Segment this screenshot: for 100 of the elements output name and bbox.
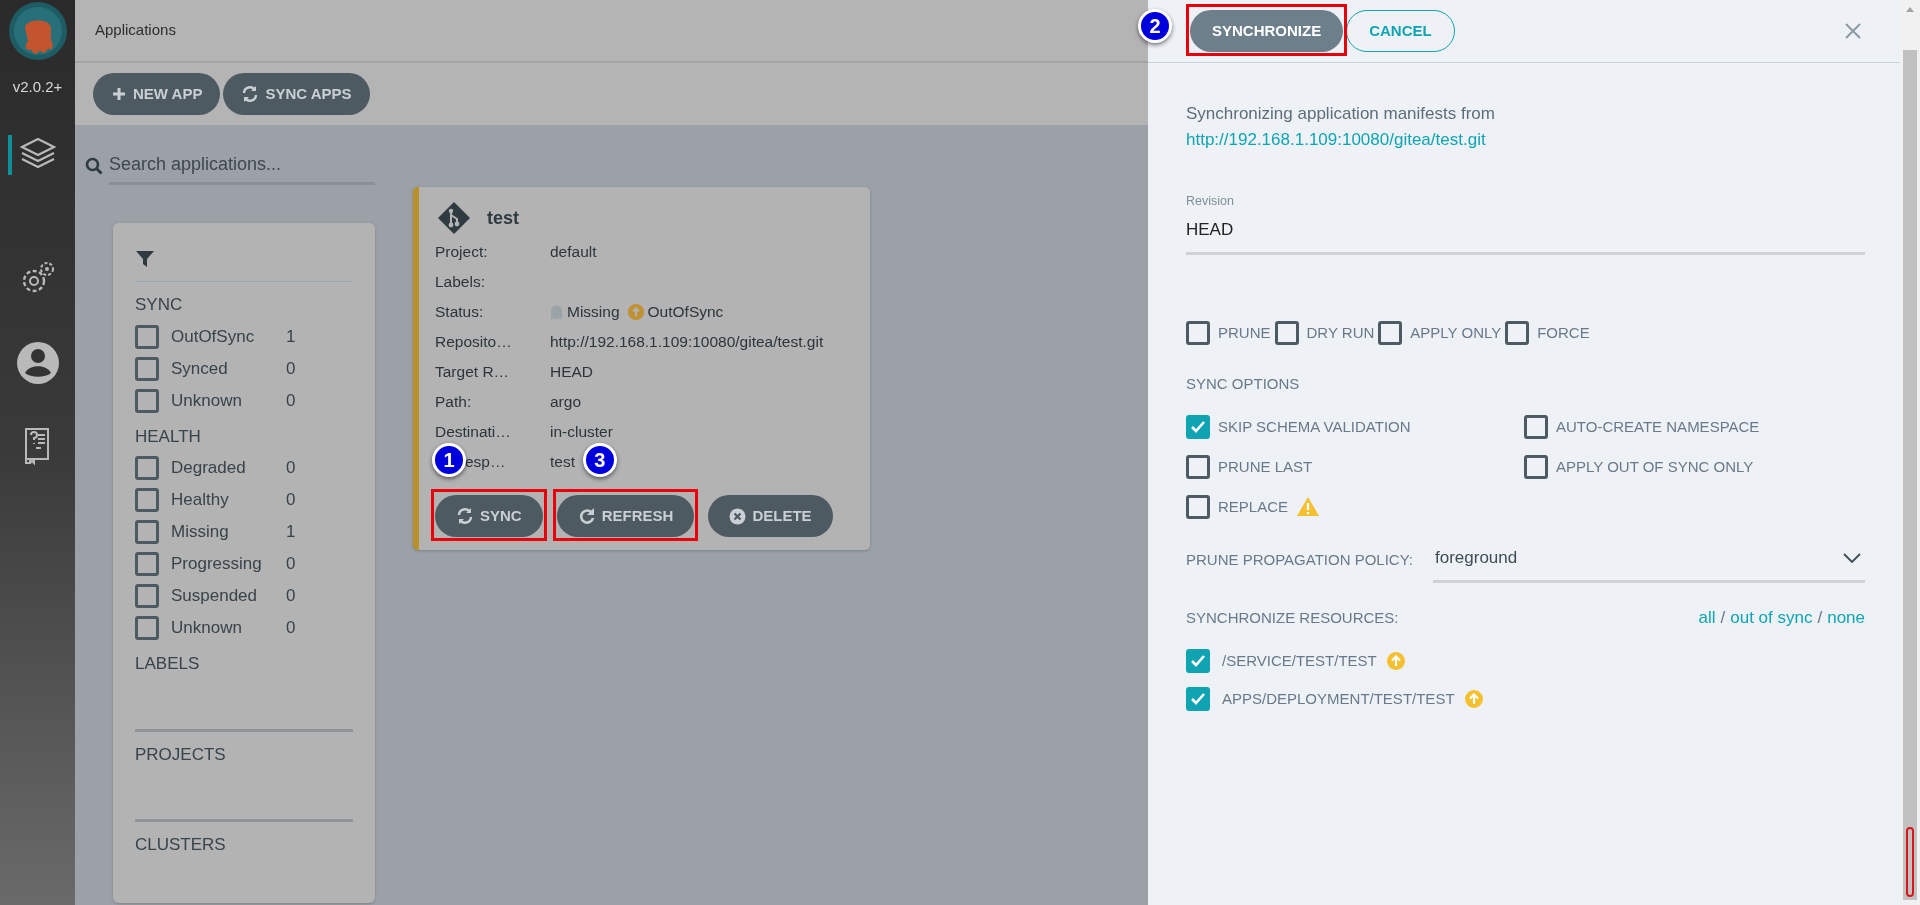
revision-field[interactable]: HEAD [1186, 210, 1865, 256]
filter-count: 0 [286, 585, 296, 608]
scrollbar[interactable] [1900, 0, 1920, 905]
search-field[interactable]: Search applications... [109, 147, 375, 185]
out-of-sync-icon [627, 304, 644, 320]
filter-label: Unknown [171, 389, 243, 412]
checkbox[interactable] [135, 456, 159, 480]
field-value: default [550, 242, 597, 263]
field-label: Project: [435, 243, 488, 261]
page-title: Applications [95, 20, 176, 41]
step-marker: 1 [432, 443, 466, 477]
option-label: PRUNE [1218, 323, 1271, 343]
section-title: HEALTH [135, 425, 202, 448]
checkbox[interactable] [1186, 321, 1210, 346]
checkbox[interactable] [135, 356, 159, 381]
option-label: REPLACE [1218, 496, 1289, 517]
user-icon [15, 340, 60, 385]
select-link[interactable]: all [1698, 605, 1716, 631]
field-value: in-cluster [550, 422, 613, 443]
field-label: esp… [465, 453, 506, 471]
step-marker: 2 [1138, 9, 1172, 43]
filter-label: Healthy [171, 489, 230, 512]
app-card[interactable]: test Project: default Labels: Status: Missing OutOfSync Reposito… http://192.168.1.109:10080/gitea/test.git Target R… HEAD Path: argo Destinati… in-cluster esp… test SYNC 1 REFRESH 3 DELETE [413, 187, 870, 550]
checkbox[interactable] [1274, 321, 1299, 346]
health-status: Missing [567, 302, 620, 323]
plus-icon [111, 86, 127, 102]
filter-label: OutOfSync [171, 325, 256, 348]
checkbox[interactable] [1524, 414, 1548, 439]
checkbox[interactable] [1505, 321, 1530, 346]
filter-label: Suspended [171, 585, 259, 608]
field-label: Reposito… [435, 333, 512, 351]
field-label: PRUNE PROPAGATION POLICY: [1186, 549, 1413, 570]
checkbox[interactable] [1186, 454, 1210, 479]
section-title: SYNC OPTIONS [1186, 374, 1301, 395]
section-title: SYNC [135, 294, 184, 316]
filter-count: 0 [286, 389, 296, 412]
delete-icon [729, 507, 747, 525]
checkbox[interactable] [135, 488, 159, 512]
policy-select[interactable]: foreground [1433, 536, 1865, 584]
option-label: PRUNE LAST [1218, 456, 1313, 477]
filter-label: Synced [171, 357, 229, 380]
checkbox[interactable] [135, 520, 159, 544]
intro-text: Synchronizing application manifests from [1186, 103, 1496, 125]
option-label: DRY RUN [1306, 323, 1375, 343]
checkbox[interactable] [1524, 454, 1548, 479]
close-icon [1844, 22, 1862, 40]
synchronize-button[interactable]: SYNCHRONIZE [1190, 10, 1344, 52]
section-title: PROJECTS [135, 743, 227, 766]
check-icon [1190, 653, 1206, 668]
chevron-down-icon [1843, 552, 1861, 563]
option-label: AUTO-CREATE NAMESPACE [1556, 416, 1760, 437]
repo-link[interactable]: http://192.168.1.109:10080/gitea/test.git [1186, 129, 1486, 149]
sync-status: OutOfSync [647, 302, 724, 323]
checkbox[interactable] [1186, 494, 1210, 519]
ghost-icon [550, 304, 563, 320]
filter-count: 0 [286, 489, 296, 512]
resource-name: APPS/DEPLOYMENT/TEST/TEST [1222, 688, 1455, 709]
app-name[interactable]: test [487, 204, 519, 232]
resource-name: /SERVICE/TEST/TEST [1222, 650, 1377, 671]
git-icon [437, 201, 471, 235]
filter-label: Missing [171, 521, 230, 544]
separator: / [1720, 607, 1726, 630]
section-title: CLUSTERS [135, 834, 227, 856]
sync-apps-button[interactable]: SYNC APPS [223, 73, 370, 115]
field-label: Destinati… [435, 423, 511, 441]
checkbox[interactable] [135, 616, 159, 640]
filter-count: 1 [286, 325, 296, 348]
field-label: Labels: [435, 273, 485, 291]
filter-icon [135, 249, 155, 269]
close-button[interactable] [1844, 22, 1862, 40]
field-label: Revision [1186, 193, 1235, 210]
field-value: http://192.168.1.109:10080/gitea/test.git [550, 332, 824, 353]
refresh-button[interactable]: REFRESH [556, 495, 695, 537]
filter-label: Unknown [171, 617, 243, 640]
sync-icon [456, 507, 474, 525]
checkbox[interactable] [1378, 321, 1403, 346]
separator: / [1817, 607, 1823, 630]
check-icon [1190, 691, 1206, 706]
sync-icon [241, 85, 260, 103]
refresh-icon [577, 507, 596, 525]
select-link[interactable]: out of sync [1730, 605, 1813, 631]
section-title: LABELS [135, 653, 201, 675]
checkbox[interactable] [1186, 686, 1210, 711]
filter-count: 1 [286, 521, 296, 544]
checkbox[interactable] [1186, 414, 1210, 439]
field-label: Status: [435, 303, 484, 321]
checkbox[interactable] [135, 552, 159, 576]
option-label: APPLY ONLY [1410, 323, 1502, 343]
select-value: foreground [1435, 546, 1518, 569]
filter-count: 0 [286, 553, 296, 576]
checkbox[interactable] [1186, 648, 1210, 673]
filter-label: Progressing [171, 553, 263, 576]
checkbox[interactable] [135, 388, 159, 413]
delete-button[interactable]: DELETE [708, 495, 833, 537]
select-link[interactable]: none [1827, 605, 1865, 631]
checkbox[interactable] [135, 324, 159, 349]
option-label: APPLY OUT OF SYNC ONLY [1556, 456, 1754, 477]
checkbox[interactable] [135, 584, 159, 608]
new-app-button[interactable]: NEW APP [93, 73, 221, 115]
sync-button[interactable]: SYNC [435, 495, 543, 537]
